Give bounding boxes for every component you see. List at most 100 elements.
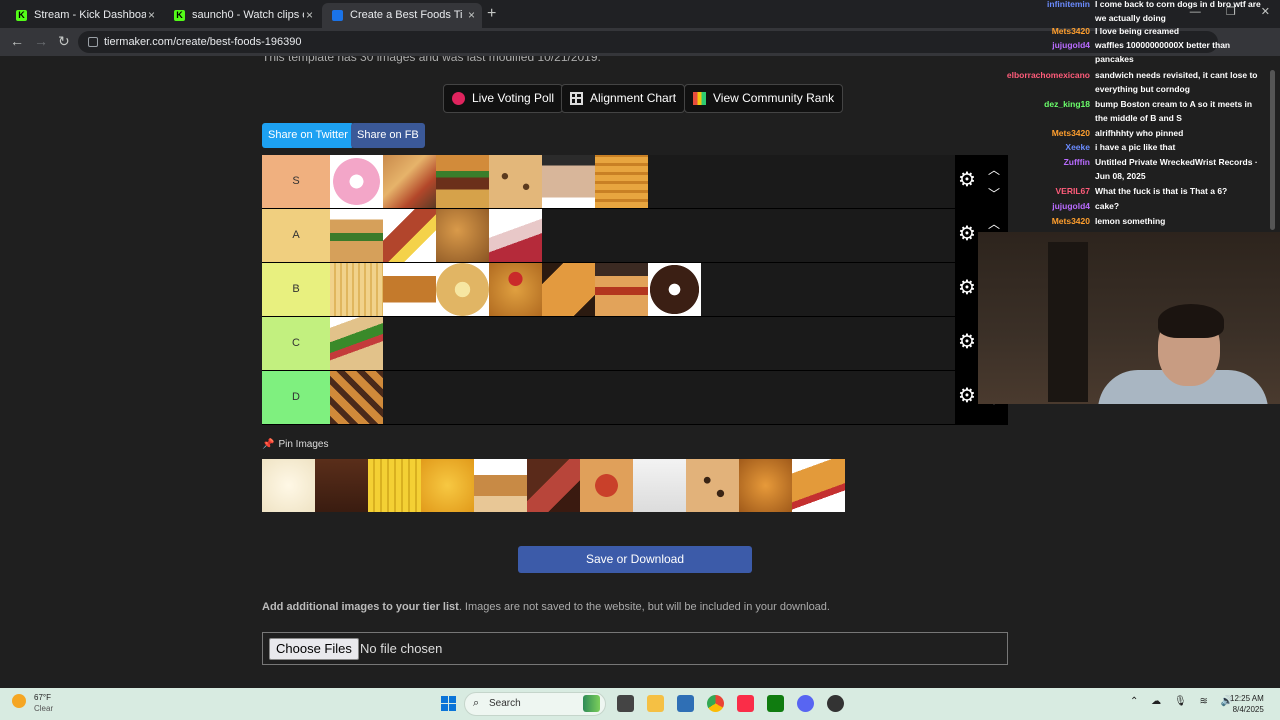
food-image-fried-chicken-bites[interactable] [436,209,489,262]
food-image-mac-and-cheese[interactable] [421,459,474,512]
gear-icon[interactable]: ⚙ [957,224,977,244]
chevron-up-icon[interactable]: ⌃ [1130,696,1138,707]
gear-icon[interactable]: ⚙ [957,386,977,406]
alignment-chart-button[interactable]: Alignment Chart [561,84,686,113]
chat-username[interactable]: jujugold4 [1052,199,1090,213]
food-image-steak[interactable] [527,459,580,512]
system-tray[interactable]: ⌃ ☁ 🎙 ≋ 🔊 [1130,696,1243,707]
food-image-hot-dog[interactable] [595,263,648,316]
food-image-bacon-eggs[interactable] [383,209,436,262]
weather-condition: Clear [34,704,54,713]
food-image-fries[interactable] [330,263,383,316]
food-image-french-toast[interactable] [792,459,845,512]
chat-username[interactable]: VERIL67 [1056,184,1091,198]
food-image-pancakes[interactable] [383,263,436,316]
chat-username[interactable]: Mets3420 [1052,24,1090,38]
tier-label[interactable]: C [262,317,330,370]
discord-icon[interactable] [797,695,814,712]
new-tab-button[interactable]: + [487,3,496,25]
food-image-mashed-potatoes[interactable] [262,459,315,512]
task-view-icon[interactable] [617,695,634,712]
chat-username[interactable]: Mets3420 [1052,214,1090,228]
tier-drop-zone[interactable] [330,263,955,316]
taskbar-clock[interactable]: 12:25 AM 8/4/2025 [1230,693,1264,715]
forward-button[interactable]: → [34,33,48,49]
food-image-brownies[interactable] [315,459,368,512]
food-image-chocolate-donut[interactable] [648,263,701,316]
chat-text: bump Boston cream to A so it meets in th… [1095,99,1253,123]
food-image-pizza[interactable] [383,155,436,208]
choose-files-button[interactable]: Choose Files [269,638,359,660]
food-image-sub-sandwich[interactable] [330,317,383,370]
gear-icon[interactable]: ⚙ [957,332,977,352]
food-image-burger[interactable] [436,155,489,208]
tier-label[interactable]: B [262,263,330,316]
chrome-icon[interactable] [707,695,724,712]
food-image-milk[interactable] [633,459,686,512]
chat-text: i have a pic like that [1095,142,1176,152]
chat-username[interactable]: Mets3420 [1052,126,1090,140]
microphone-icon[interactable]: 🎙 [1174,696,1187,707]
store-icon[interactable] [677,695,694,712]
close-icon[interactable]: × [468,3,475,28]
file-explorer-icon[interactable] [647,695,664,712]
cloud-icon[interactable]: ☁ [1151,696,1161,707]
food-image-sandwich-wrap[interactable] [330,209,383,262]
live-voting-poll-button[interactable]: Live Voting Poll [443,84,564,113]
food-image-corn[interactable] [368,459,421,512]
close-icon[interactable]: × [306,3,313,28]
gear-icon[interactable]: ⚙ [957,278,977,298]
tab-kick-clips[interactable]: K saunch0 - Watch clips on Kick × [164,3,320,28]
tier-label[interactable]: A [262,209,330,262]
widgets-icon[interactable] [583,695,600,712]
food-image-croissant[interactable] [542,263,595,316]
save-or-download-button[interactable]: Save or Download [518,546,752,573]
food-image-milkshake[interactable] [542,155,595,208]
food-image-waffle[interactable] [595,155,648,208]
tier-drop-zone[interactable] [330,317,955,370]
chat-text: waffles 10000000000X better than pancake… [1095,40,1231,64]
share-twitter-button[interactable]: Share on Twitter [262,123,354,148]
food-image-chicken-nuggets[interactable] [489,263,542,316]
tier-label[interactable]: D [262,371,330,424]
tier-row: S ⚙ ︿ ﹀ [262,155,1008,209]
xbox-icon[interactable] [767,695,784,712]
food-image-cake-slice[interactable] [489,209,542,262]
windows-start-icon[interactable] [441,696,456,711]
chat-username[interactable]: infinitemin [1047,0,1090,11]
chat-username[interactable]: Xeeke [1065,140,1090,154]
chat-username[interactable]: jujugold4 [1052,38,1090,52]
music-icon[interactable] [737,695,754,712]
share-fb-button[interactable]: Share on FB [351,123,425,148]
tab-kick-dashboard[interactable]: K Stream - Kick Dashboard × [6,3,162,28]
file-upload-box[interactable]: Choose Files No file chosen [262,632,1008,665]
view-community-rank-button[interactable]: View Community Rank [684,84,844,113]
food-image-cookies[interactable] [489,155,542,208]
chat-username[interactable]: Zufffin [1064,155,1090,169]
food-image-donut[interactable] [330,155,383,208]
tier-drop-zone[interactable] [330,155,955,208]
add-images-bold: Add additional images to your tier list [262,601,459,613]
food-image-spaghetti[interactable] [580,459,633,512]
food-image-toast[interactable] [436,263,489,316]
pin-images-label[interactable]: 📌 Pin Images [262,439,328,450]
tier-drop-zone[interactable] [330,371,955,424]
tier-drop-zone[interactable] [330,209,955,262]
chat-username[interactable]: dez_king18 [1044,97,1090,111]
food-image-chocolate-chip-cookie[interactable] [686,459,739,512]
back-button[interactable]: ← [10,33,24,49]
chat-text: I come back to corn dogs in d bro wtf ar… [1095,0,1261,23]
obs-icon[interactable] [827,695,844,712]
chat-username[interactable]: elborrachomexicano [1007,68,1090,82]
food-image-fried-chicken[interactable] [739,459,792,512]
tab-tiermaker[interactable]: Create a Best Foods Tier List - T × [322,3,482,28]
food-image-bread[interactable] [474,459,527,512]
tier-label[interactable]: S [262,155,330,208]
reload-button[interactable]: ↻ [58,33,70,50]
chat-scrollbar[interactable] [1270,70,1275,230]
site-info-icon[interactable] [88,37,98,47]
wifi-icon[interactable]: ≋ [1199,696,1207,707]
gear-icon[interactable]: ⚙ [957,170,977,190]
food-image-corndogs[interactable] [330,371,383,424]
close-icon[interactable]: × [148,3,155,28]
